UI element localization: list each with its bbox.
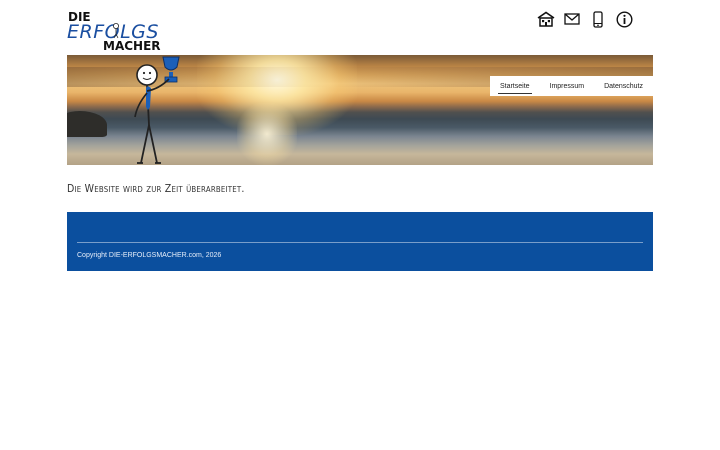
main-navigation: Startseite Impressum Datenschutz	[490, 76, 653, 96]
footer-divider	[77, 242, 643, 243]
nav-item-datenschutz[interactable]: Datenschutz	[602, 79, 645, 94]
site-footer: Copyright DIE-ERFOLGSMACHER.com, 2026	[67, 212, 653, 271]
top-icon-bar	[536, 9, 634, 29]
site-logo[interactable]: DIE ERFOLGS MACHER	[67, 9, 167, 55]
logo-line-3: MACHER	[103, 39, 161, 53]
footer-copyright: Copyright DIE-ERFOLGSMACHER.com, 2026	[77, 252, 222, 259]
nav-item-startseite[interactable]: Startseite	[497, 79, 532, 94]
mail-icon[interactable]	[562, 9, 582, 29]
header-banner-image	[67, 55, 653, 165]
logo-figure-icon	[113, 23, 119, 39]
stick-figure-mascot	[134, 56, 180, 164]
home-icon[interactable]	[536, 9, 556, 29]
phone-icon[interactable]	[588, 9, 608, 29]
banner-sun-reflection	[237, 103, 297, 165]
maintenance-notice: Die Website wird zur Zeit überarbeitet.	[67, 183, 245, 196]
nav-item-impressum[interactable]: Impressum	[548, 79, 587, 94]
banner-rock	[67, 111, 107, 137]
info-icon[interactable]	[614, 9, 634, 29]
